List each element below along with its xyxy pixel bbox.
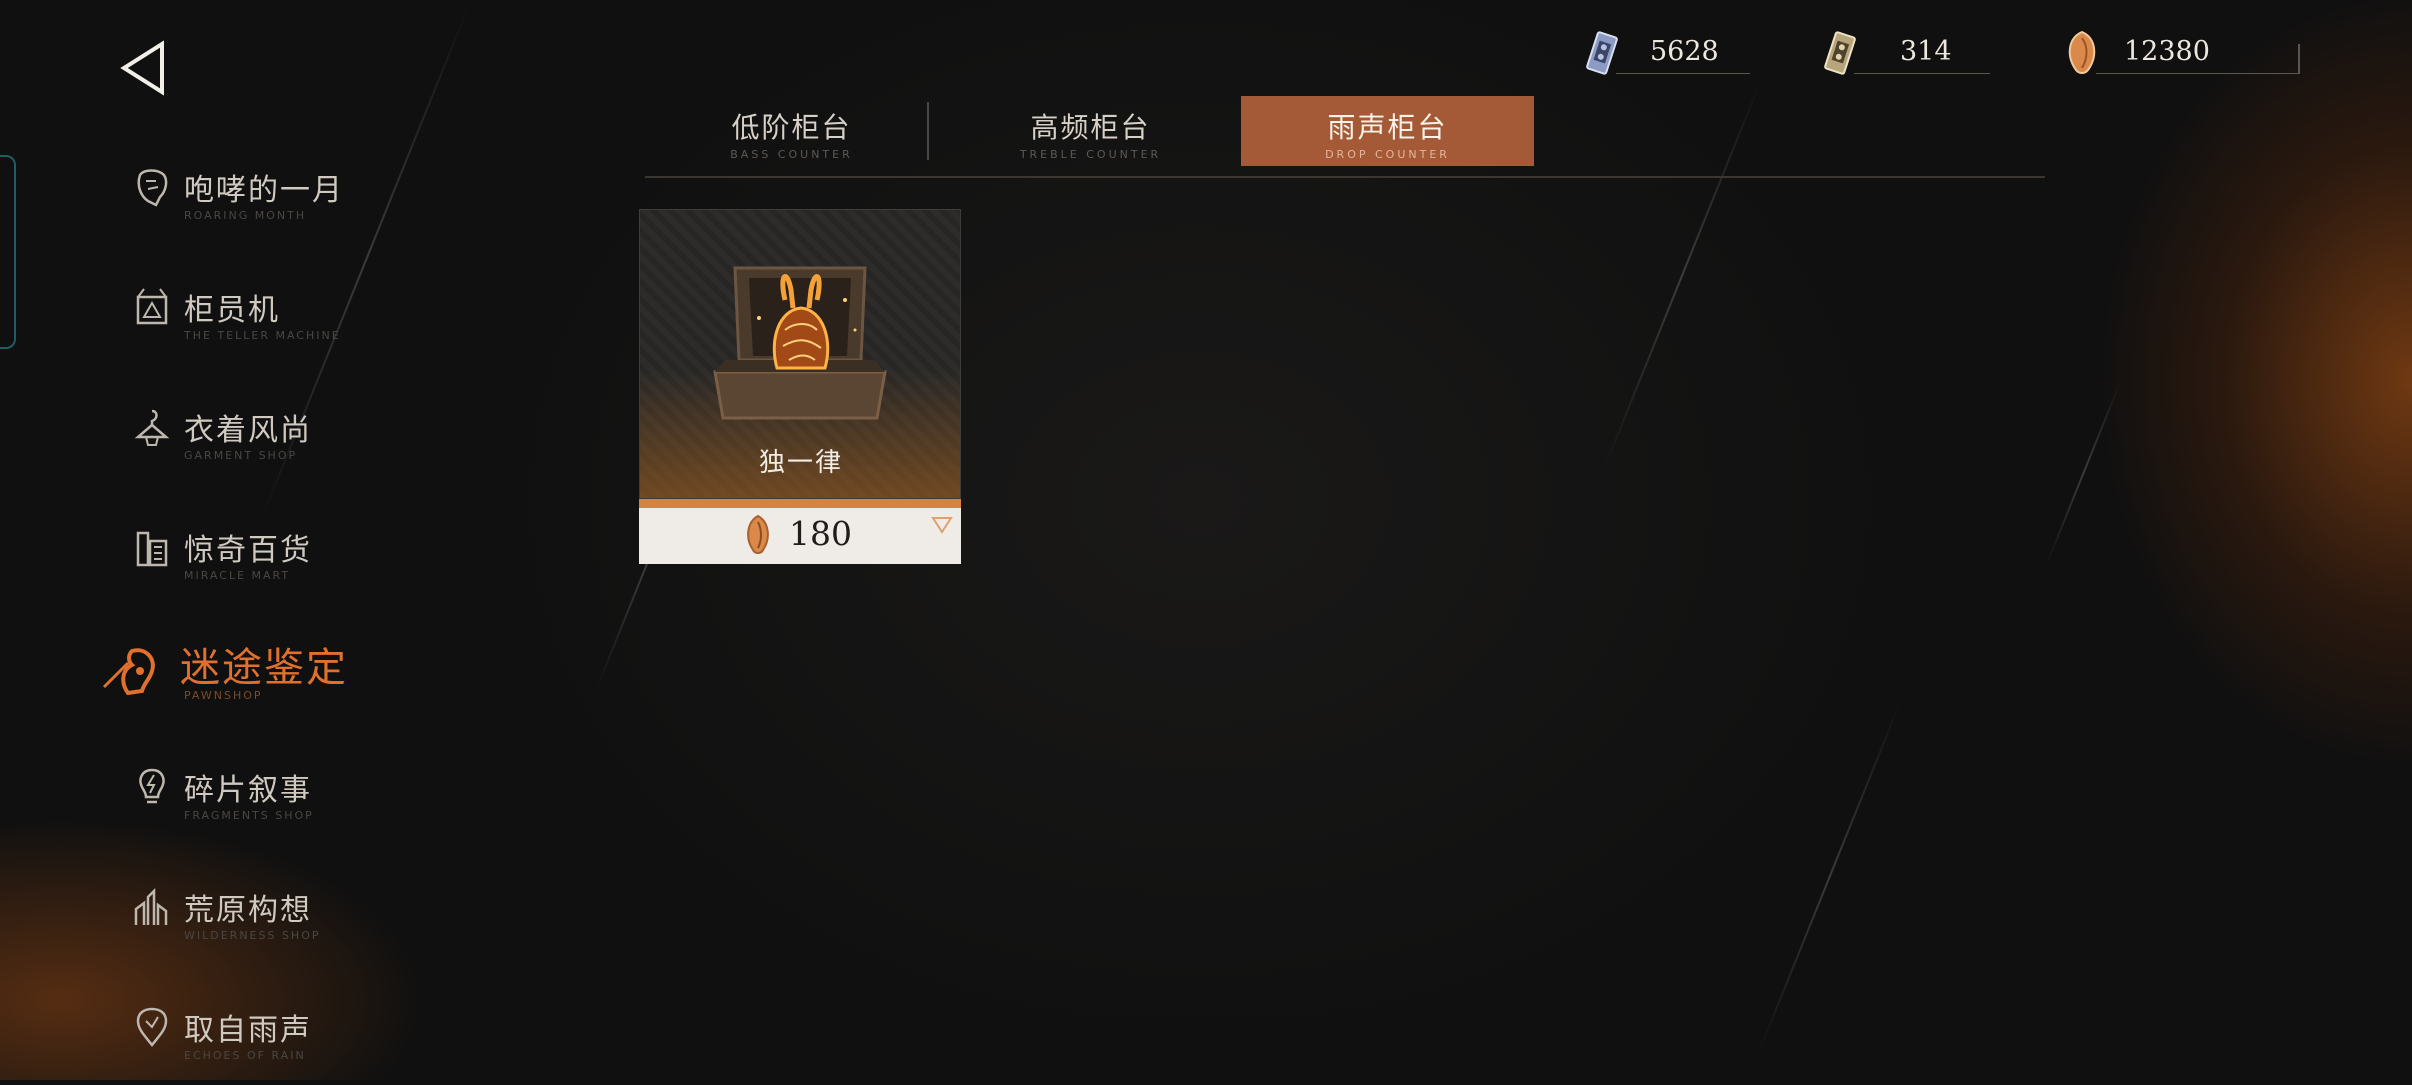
sidebar-item-label: 衣着风尚 [184, 413, 312, 448]
sidebar-item-miracle-mart[interactable]: 惊奇百货 MIRACLE MART [120, 515, 420, 605]
currency-gold-cassette[interactable]: 314 [1818, 30, 1990, 76]
currency-blue-cassette[interactable]: 5628 [1580, 30, 1750, 76]
item-card-image-area: 独一律 [639, 209, 961, 499]
counter-tabs: 低阶柜台 BASS COUNTER 高频柜台 TREBLE COUNTER 雨声… [645, 96, 2045, 180]
sidebar-item-label: 惊奇百货 [184, 533, 312, 568]
sidebar-item-sublabel: THE TELLER MACHINE [184, 329, 341, 342]
sidebar-item-label: 碎片叙事 [184, 773, 312, 808]
sidebar-item-wilderness-shop[interactable]: 荒原构想 WILDERNESS SHOP [120, 875, 420, 965]
sidebar-item-teller-machine[interactable]: 柜员机 THE TELLER MACHINE [120, 275, 420, 365]
sidebar-item-fragments-shop[interactable]: 碎片叙事 FRAGMENTS SHOP [120, 755, 420, 845]
currency-value: 314 [1900, 36, 1952, 67]
sidebar-item-label: 取自雨声 [184, 1013, 312, 1048]
tab-bass-counter[interactable]: 低阶柜台 BASS COUNTER [645, 96, 938, 166]
tabs-underline [645, 176, 2045, 178]
tab-label: 低阶柜台 [731, 111, 852, 144]
amber-shell-icon [2068, 30, 2096, 74]
currency-underline [2096, 73, 2300, 74]
back-button[interactable] [118, 40, 174, 96]
tab-divider [927, 102, 929, 160]
currency-underline [1616, 73, 1750, 74]
sidebar-item-sublabel: ECHOES OF RAIN [184, 1049, 306, 1062]
sidebar-item-label: 咆哮的一月 [184, 173, 344, 208]
sidebar-item-roaring-month[interactable]: 咆哮的一月 ROARING MONTH [120, 155, 420, 245]
currency-value: 12380 [2124, 36, 2210, 67]
sidebar-item-sublabel: MIRACLE MART [184, 569, 291, 582]
blue-cassette-icon [1586, 31, 1618, 75]
sidebar-edge-accent [0, 155, 16, 349]
tab-drop-counter[interactable]: 雨声柜台 DROP COUNTER [1241, 96, 1534, 166]
sidebar-item-sublabel: GARMENT SHOP [184, 449, 298, 462]
item-rarity-stripe [639, 499, 961, 508]
sidebar-item-label: 荒原构想 [184, 893, 312, 928]
tab-sublabel: TREBLE COUNTER [1019, 148, 1162, 161]
currency-value: 5628 [1650, 36, 1719, 67]
building-icon [136, 531, 168, 567]
item-price: 180 [789, 514, 852, 553]
lion-head-icon [137, 169, 168, 207]
hanger-icon [134, 409, 170, 446]
pawnshop-icon [102, 648, 155, 696]
tab-sublabel: DROP COUNTER [1325, 148, 1450, 161]
sidebar-item-pawnshop[interactable]: 迷途鉴定 PAWNSHOP [102, 635, 420, 725]
back-arrow-icon [120, 40, 164, 96]
sidebar-item-label: 迷途鉴定 [180, 645, 348, 691]
rain-streak [2045, 380, 2122, 567]
sidebar-item-label: 柜员机 [184, 293, 280, 328]
item-price-bar: 180 [639, 508, 961, 564]
tab-label: 高频柜台 [1030, 111, 1151, 144]
teller-machine-icon [136, 288, 168, 325]
corner-triangle-icon [931, 517, 953, 534]
shop-item-card[interactable]: 独一律 180 [639, 209, 961, 564]
factory-icon [134, 887, 168, 925]
currency-bracket [2298, 44, 2300, 74]
map-pin-icon [136, 1007, 168, 1047]
currency-amber-shell[interactable]: 12380 [2060, 30, 2300, 76]
amber-shell-icon [747, 514, 769, 554]
sidebar-item-sublabel: WILDERNESS SHOP [184, 929, 321, 942]
currency-underline [1854, 73, 1990, 74]
tab-label: 雨声柜台 [1327, 111, 1448, 144]
item-name: 独一律 [758, 448, 843, 478]
sidebar-item-sublabel: FRAGMENTS SHOP [184, 809, 314, 822]
gold-cassette-icon [1824, 31, 1856, 75]
sidebar-item-garment-shop[interactable]: 衣着风尚 GARMENT SHOP [120, 395, 420, 485]
tab-sublabel: BASS COUNTER [730, 148, 853, 161]
sidebar-item-sublabel: PAWNSHOP [184, 689, 263, 702]
sidebar-item-echoes-of-rain[interactable]: 取自雨声 ECHOES OF RAIN [120, 995, 420, 1085]
bulb-icon [139, 768, 165, 804]
rain-streak [1757, 700, 1902, 1054]
sidebar-item-sublabel: ROARING MONTH [184, 209, 307, 222]
rabbit-figurine-box-icon [713, 266, 887, 420]
tab-treble-counter[interactable]: 高频柜台 TREBLE COUNTER [944, 96, 1237, 166]
